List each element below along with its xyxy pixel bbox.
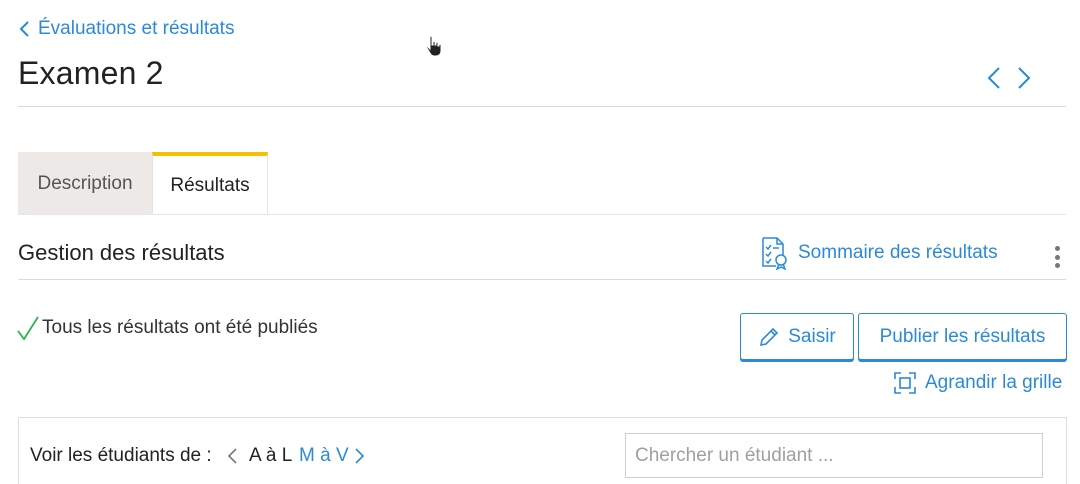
- back-link[interactable]: Évaluations et résultats: [18, 18, 234, 40]
- next-range-button[interactable]: [354, 447, 366, 465]
- next-button[interactable]: [1016, 66, 1032, 90]
- student-filter-panel: Voir les étudiants de : A à L M à V: [18, 417, 1067, 484]
- back-link-label: Évaluations et résultats: [38, 18, 235, 39]
- page-title: Examen 2: [18, 55, 164, 91]
- chevron-right-icon: [1018, 67, 1031, 89]
- publish-status: Tous les résultats ont été publiés: [16, 315, 318, 341]
- pencil-icon: [760, 327, 779, 346]
- more-vertical-icon: [1054, 246, 1060, 251]
- expand-grid-link[interactable]: Agrandir la grille: [893, 371, 1062, 395]
- publish-results-label: Publier les résultats: [879, 325, 1046, 347]
- range-m-to-v[interactable]: M à V: [299, 445, 349, 467]
- more-options-button[interactable]: [1048, 242, 1066, 272]
- section-divider: [18, 279, 1066, 280]
- student-search-input[interactable]: [625, 433, 1043, 478]
- tab-label: Description: [37, 172, 133, 194]
- student-filter-label: Voir les étudiants de :: [30, 445, 212, 466]
- tabs-divider: [18, 214, 1066, 215]
- chevron-left-icon: [227, 448, 237, 464]
- previous-range-button[interactable]: [226, 447, 238, 465]
- chevron-left-icon: [987, 67, 1000, 89]
- tab-label: Résultats: [170, 174, 250, 196]
- publish-status-text: Tous les résultats ont été publiés: [42, 317, 318, 338]
- results-summary-link[interactable]: Sommaire des résultats: [760, 236, 998, 270]
- publish-results-button[interactable]: Publier les résultats: [858, 313, 1067, 360]
- range-a-to-l[interactable]: A à L: [249, 445, 292, 467]
- expand-icon: [894, 372, 916, 394]
- previous-button[interactable]: [986, 66, 1002, 90]
- item-navigation: [986, 66, 1032, 90]
- checkmark-icon: [17, 316, 39, 341]
- checklist-icon: [762, 237, 787, 270]
- edit-results-button[interactable]: Saisir: [740, 313, 854, 360]
- expand-grid-label: Agrandir la grille: [925, 372, 1063, 393]
- chevron-left-icon: [19, 21, 29, 37]
- results-summary-label: Sommaire des résultats: [798, 242, 998, 263]
- edit-results-label: Saisir: [788, 325, 836, 347]
- title-divider: [18, 106, 1066, 107]
- tab-description[interactable]: Description: [18, 152, 152, 215]
- tab-bar: Description Résultats: [18, 152, 268, 215]
- pointer-cursor-icon: [426, 35, 442, 57]
- tab-results[interactable]: Résultats: [152, 152, 268, 215]
- chevron-right-icon: [355, 448, 365, 464]
- section-title: Gestion des résultats: [18, 240, 225, 265]
